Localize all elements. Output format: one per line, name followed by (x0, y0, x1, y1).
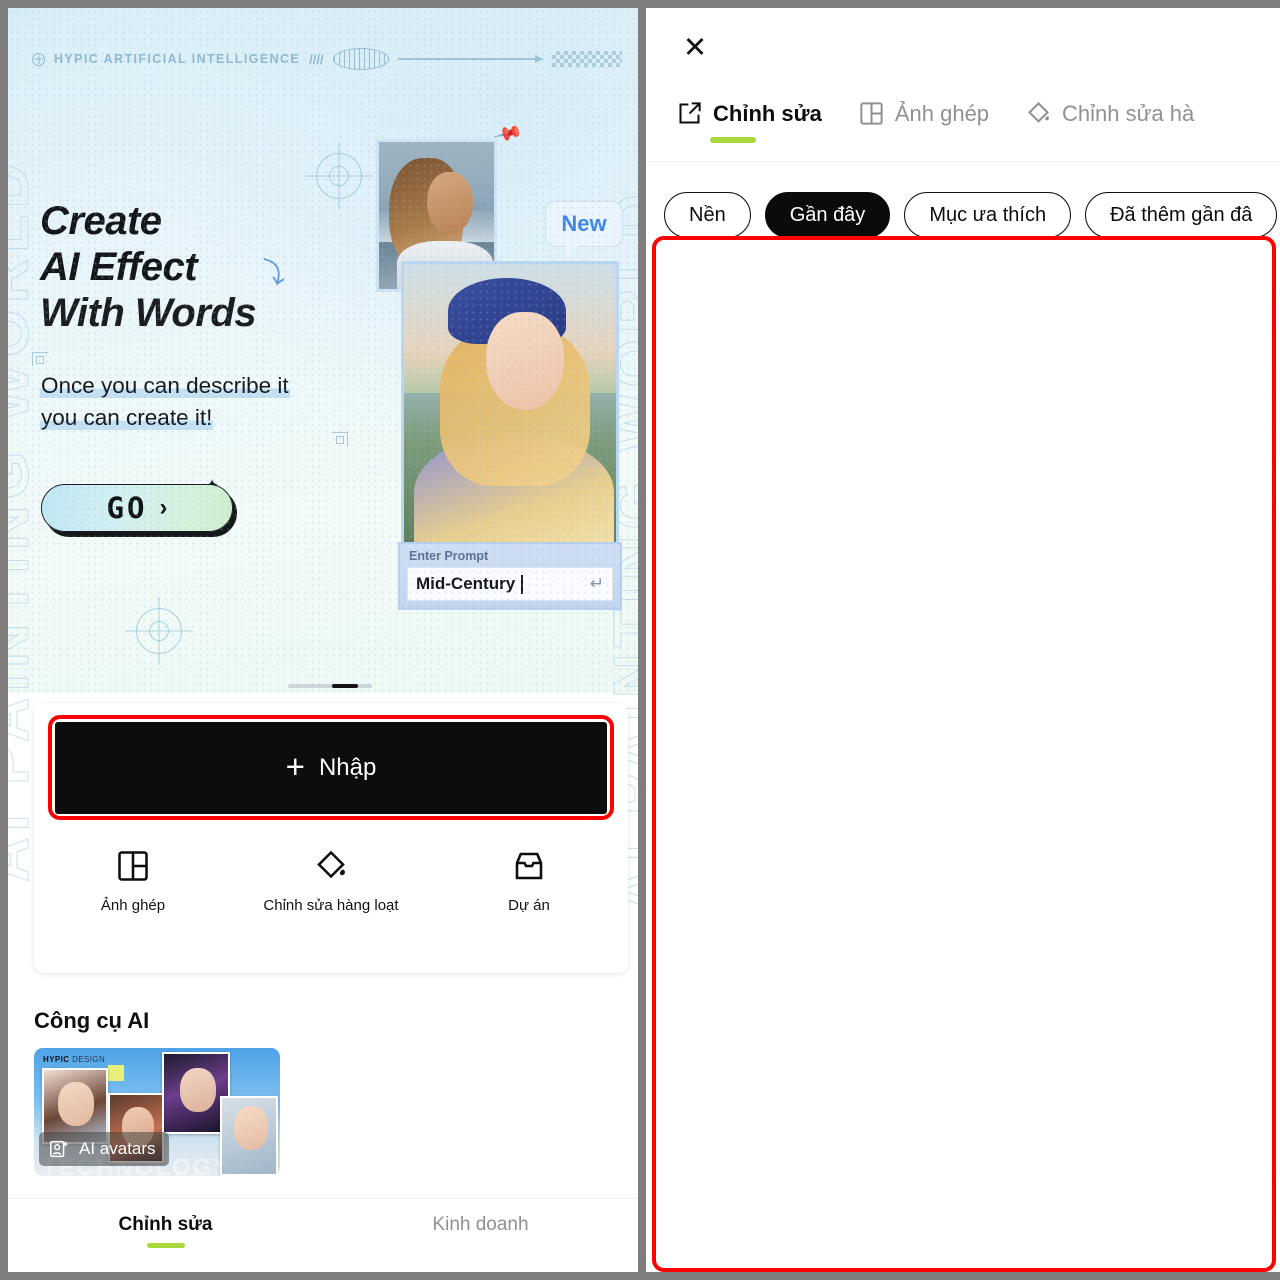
edit-square-icon (679, 102, 701, 124)
quick-action-projects-label: Dự án (508, 897, 550, 914)
quick-actions-row: Ảnh ghép Chỉnh sửa hàng loạt Dự án (34, 848, 628, 914)
ai-avatars-badge: AI avatars (39, 1132, 169, 1166)
plus-icon: + (285, 748, 305, 785)
curved-arrow-icon: ⤵ (257, 255, 289, 291)
tab-batch-edit[interactable]: Chỉnh sửa hà (1025, 100, 1194, 127)
go-chevron-icon: › (159, 494, 168, 521)
tab-kinh-doanh[interactable]: Kinh doanh (323, 1214, 638, 1236)
tab-edit-label: Chỉnh sửa (713, 100, 822, 126)
crosshair-circle-icon (32, 52, 45, 66)
avatar-thumb-4 (220, 1096, 278, 1176)
tab-collage[interactable]: Ảnh ghép (858, 100, 989, 127)
hero-banner[interactable]: AI PAINTING WORLD AI PAINTING WORLD HYPI… (8, 8, 638, 913)
tab-edit[interactable]: Chỉnh sửa (676, 100, 822, 143)
hero-heading-line2: AI Effect (40, 245, 198, 289)
ai-card-brand: HYPIC DESIGN (43, 1055, 106, 1064)
right-tab-active-underline (710, 137, 756, 143)
right-tabbar: Chỉnh sửa Ảnh ghép Chỉnh sửa hà (646, 100, 1280, 162)
ai-avatars-badge-label: AI avatars (79, 1139, 156, 1158)
carousel-progress-indicator[interactable] (288, 684, 372, 688)
tab-collage-label: Ảnh ghép (894, 100, 990, 126)
projects-icon (515, 852, 543, 880)
hero-subtitle-line2: you can create it! (40, 405, 214, 430)
collage-icon (860, 102, 883, 125)
import-button[interactable]: + Nhập (55, 722, 607, 814)
quick-action-batch-edit[interactable]: Chỉnh sửa hàng loạt (232, 848, 430, 914)
avatar-person-icon (50, 1140, 68, 1158)
hero-subtitle-line1: Once you can describe it (40, 373, 290, 398)
hero-prompt-label: Enter Prompt (409, 549, 489, 563)
import-button-label: Nhập (318, 754, 377, 781)
left-app-screen: AI PAINTING WORLD AI PAINTING WORLD HYPI… (8, 8, 638, 1272)
new-badge-label: New (561, 211, 607, 236)
right-app-screen: ✕ Chỉnh sửa Ảnh ghép Chỉnh sửa hà Nền Gầ… (646, 8, 1280, 1272)
hero-subtitle: Once you can describe it you can create … (40, 370, 290, 434)
ai-tools-section: Công cụ AI HYPIC DESIGN TECHNOLOGY AI av… (34, 1008, 628, 1176)
quick-action-collage-label: Ảnh ghép (100, 897, 166, 914)
new-badge: New (545, 201, 623, 257)
crosshair-decor-2 (136, 608, 182, 654)
pin-icon: 📌 (492, 119, 524, 150)
screenshot-root: AI PAINTING WORLD AI PAINTING WORLD HYPI… (0, 0, 1280, 1280)
hero-slashes: //// (309, 51, 324, 67)
chip-da-them-gan-day[interactable]: Đã thêm gần đâ (1085, 192, 1278, 238)
tab-batch-edit-label: Chỉnh sửa hà (1062, 100, 1195, 126)
batch-edit-icon (1028, 101, 1049, 123)
tab-active-underline (146, 1243, 185, 1248)
ai-tools-title: Công cụ AI (34, 1008, 150, 1033)
coil-decoration-icon (332, 48, 389, 70)
tab-chinh-sua[interactable]: Chỉnh sửa (8, 1214, 323, 1248)
go-button[interactable]: GO › (41, 484, 233, 532)
quick-action-projects[interactable]: Dự án (430, 848, 628, 914)
hero-heading-line1: Create (40, 199, 162, 243)
batch-edit-icon (317, 850, 345, 879)
corner-mark-icon-2 (332, 432, 348, 446)
ai-avatars-card[interactable]: HYPIC DESIGN TECHNOLOGY AI avatars (34, 1048, 280, 1176)
crosshair-decor-1 (316, 153, 362, 199)
collage-icon (118, 851, 148, 881)
arrow-line-icon (397, 54, 544, 64)
close-icon[interactable]: ✕ (678, 30, 712, 64)
chip-muc-ua-thich[interactable]: Mục ưa thích (904, 192, 1072, 238)
left-bottom-tabbar: Chỉnh sửa Kinh doanh (8, 1198, 638, 1272)
text-caret (521, 574, 523, 594)
hero-heading-line3: With Words (40, 291, 257, 335)
hero-prompt-input[interactable]: Mid-Century ↵ (407, 567, 613, 601)
quick-action-batch-edit-label: Chỉnh sửa hàng loạt (263, 897, 399, 914)
hero-photo-ai-result (401, 261, 619, 548)
yellow-accent-chip (108, 1065, 124, 1081)
tab-kinh-doanh-label: Kinh doanh (432, 1214, 529, 1235)
checker-decoration-icon (552, 51, 622, 67)
enter-key-icon[interactable]: ↵ (590, 574, 604, 594)
quick-action-collage[interactable]: Ảnh ghép (34, 848, 232, 914)
corner-mark-icon-1 (32, 352, 48, 366)
hero-prompt-box[interactable]: Enter Prompt Mid-Century ↵ (398, 542, 622, 610)
chip-gan-day[interactable]: Gần đây (764, 192, 891, 238)
chip-nen[interactable]: Nền (664, 192, 751, 238)
hero-heading: Create AI Effect With Words (40, 198, 257, 336)
hero-brand-strip: HYPIC ARTIFICIAL INTELLIGENCE //// (32, 48, 622, 70)
hero-brand-text: HYPIC ARTIFICIAL INTELLIGENCE (54, 52, 301, 66)
tab-chinh-sua-label: Chỉnh sửa (118, 1214, 213, 1235)
filter-chip-row: Nền Gần đây Mục ưa thích Đã thêm gần đâ (646, 188, 1280, 242)
hero-prompt-value: Mid-Century (416, 574, 516, 593)
go-button-label: GO (106, 491, 148, 525)
